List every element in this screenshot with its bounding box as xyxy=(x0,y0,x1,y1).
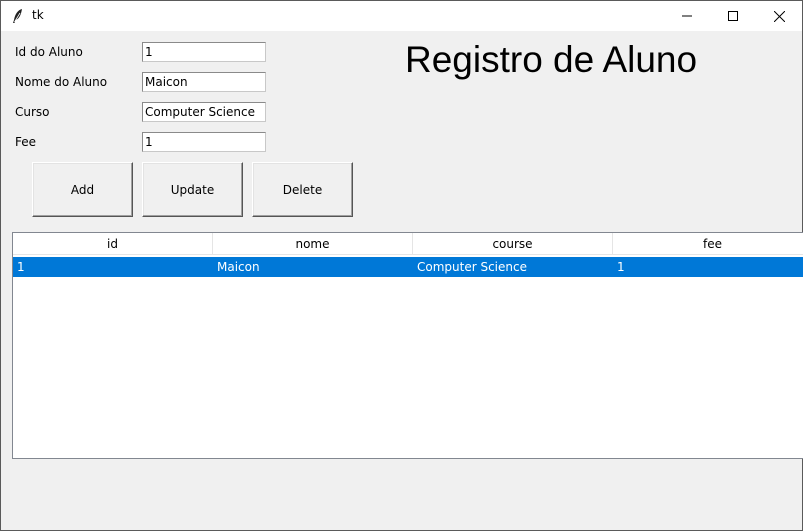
column-header-nome[interactable]: nome xyxy=(213,233,413,255)
name-field[interactable] xyxy=(142,72,266,92)
table-header: id nome course fee xyxy=(13,233,803,255)
minimize-icon xyxy=(682,15,692,17)
app-window: tk Id do Aluno Nome do Aluno Curso Fee R… xyxy=(0,0,803,531)
cell-fee: 1 xyxy=(617,260,625,274)
fee-field[interactable] xyxy=(142,132,266,152)
add-button[interactable]: Add xyxy=(32,162,133,217)
maximize-icon xyxy=(728,11,738,21)
id-label: Id do Aluno xyxy=(15,45,83,59)
table-row[interactable]: 1 Maicon Computer Science 1 xyxy=(13,257,803,277)
course-label: Curso xyxy=(15,105,50,119)
feather-icon xyxy=(11,8,25,24)
cell-course: Computer Science xyxy=(417,260,527,274)
maximize-button[interactable] xyxy=(710,1,756,31)
id-field[interactable] xyxy=(142,42,266,62)
name-label: Nome do Aluno xyxy=(15,75,108,89)
column-header-course[interactable]: course xyxy=(413,233,613,255)
student-table[interactable]: id nome course fee 1 Maicon Computer Sci… xyxy=(12,232,803,459)
update-button[interactable]: Update xyxy=(142,162,243,217)
cell-id: 1 xyxy=(17,260,25,274)
window-title: tk xyxy=(32,8,44,22)
close-icon xyxy=(773,10,785,22)
fee-label: Fee xyxy=(15,135,37,149)
column-header-fee[interactable]: fee xyxy=(613,233,803,255)
course-field[interactable] xyxy=(142,102,266,122)
close-button[interactable] xyxy=(756,1,802,31)
delete-button[interactable]: Delete xyxy=(252,162,353,217)
title-bar[interactable]: tk xyxy=(1,1,802,31)
cell-nome: Maicon xyxy=(217,260,260,274)
page-title: Registro de Aluno xyxy=(405,39,698,80)
minimize-button[interactable] xyxy=(664,1,710,31)
column-header-id[interactable]: id xyxy=(13,233,213,255)
